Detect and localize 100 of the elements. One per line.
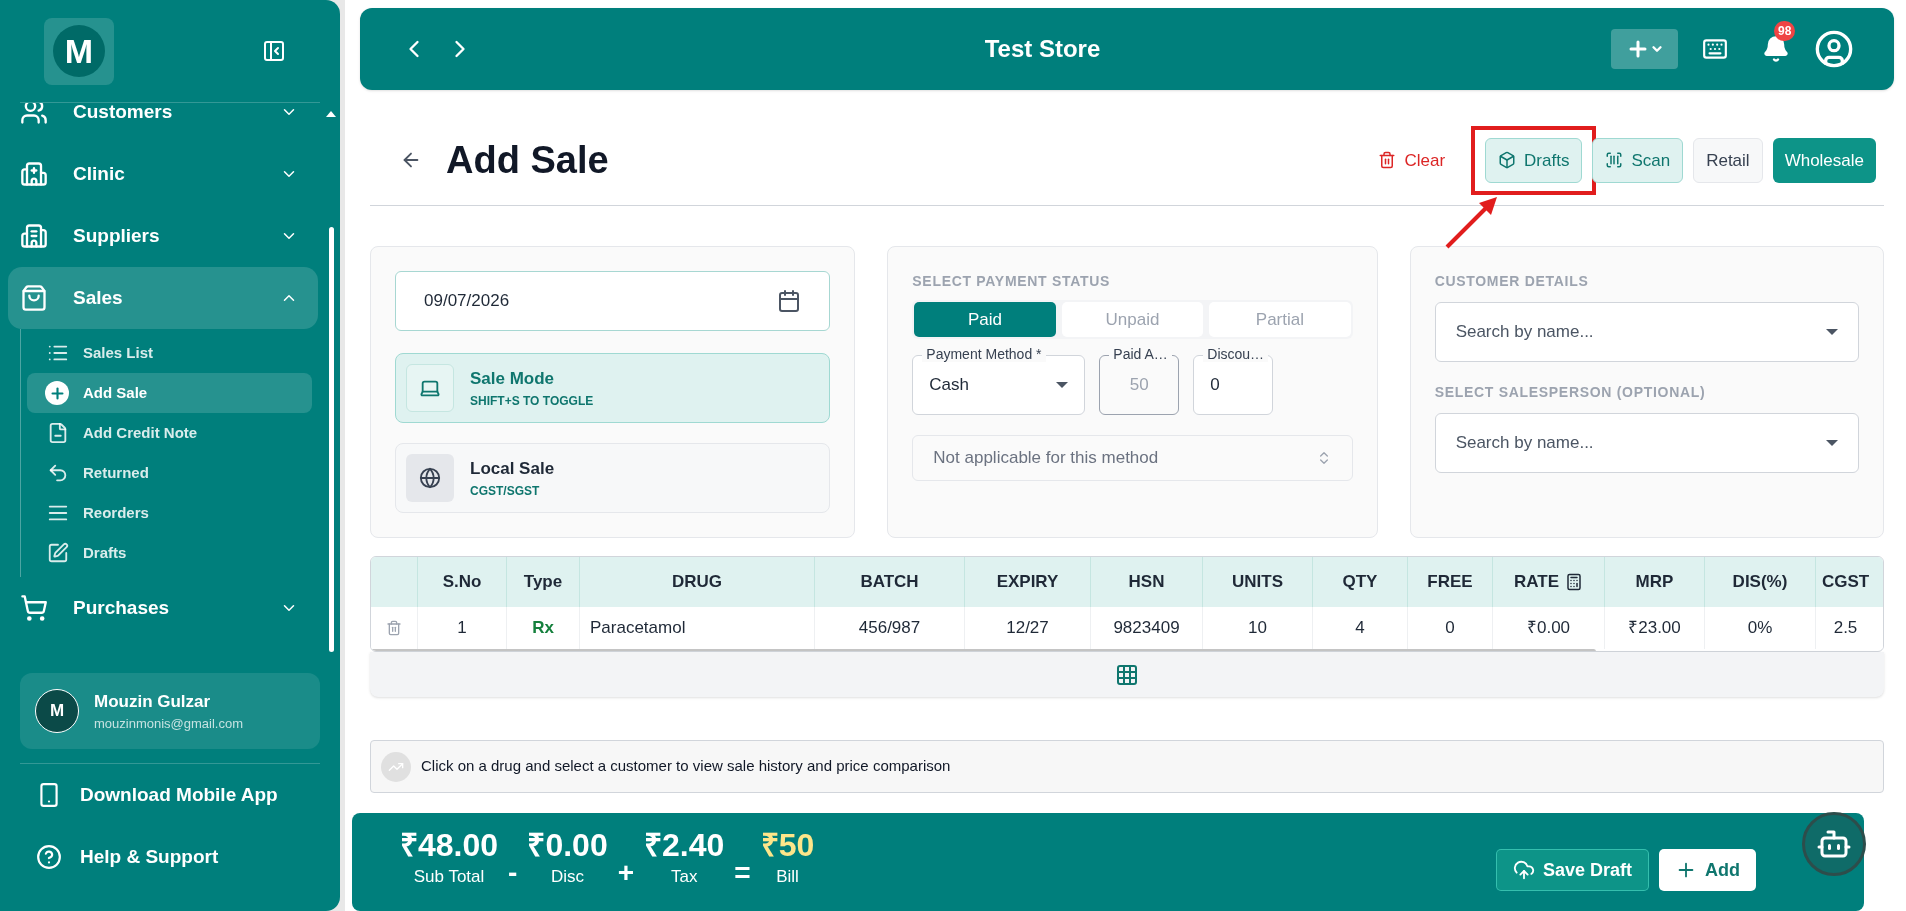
store-title: Test Store [983,34,1102,64]
table-cell: 9823409 [1090,606,1202,649]
sidebar-link[interactable]: Download Mobile App [0,764,340,826]
total-amount: ₹0.00 [527,826,608,865]
action-button[interactable]: Wholesale [1772,137,1876,183]
column-header: QTY [1312,556,1407,607]
operator-sign: - [508,856,518,891]
column-header: UNITS [1202,556,1312,607]
section-heading: SELECT SALESPERSON (OPTIONAL) [1434,382,1707,402]
table-cell: 0 [1407,606,1492,649]
hint-text: Click on a drug and select a customer to view sale history and price comparison [421,756,951,777]
status-tab[interactable]: Paid [914,301,1056,337]
status-tab[interactable]: Unpaid [1061,301,1204,337]
column-header: RATE [1492,556,1604,607]
mode-card[interactable]: Local Sale CGST/SGST [395,442,831,513]
page-title: Add Sale [446,137,610,183]
scrollbar[interactable] [329,227,334,652]
nav-item[interactable]: Sales [8,267,318,329]
footer-button[interactable]: Add [1659,849,1756,892]
field-label: Paid A… [1109,345,1172,362]
operator-sign: + [617,856,635,891]
search-select[interactable]: Search by name... [1434,412,1859,473]
user-name: Mouzin Gulzar [94,690,212,713]
calendar-icon[interactable] [777,288,802,313]
table-cell: ₹0.00 [1492,606,1604,649]
column-header: Type [506,556,579,607]
section-heading: SELECT PAYMENT STATUS [912,271,1112,291]
field-label: Discou… [1203,345,1269,362]
nav-subitem[interactable]: Drafts [27,533,312,573]
total-label: Disc [551,866,585,889]
user-email: mouzinmonis@gmail.com [94,715,244,733]
collapse-sidebar-icon[interactable] [262,39,286,63]
action-button[interactable]: Clear [1366,137,1458,183]
total-amount: ₹48.00 [400,826,499,865]
nav-subitem[interactable]: Sales List [27,333,312,373]
table-cell: 456/987 [814,606,964,649]
total-amount: ₹50 [760,826,815,865]
nav-subitem[interactable]: Reorders [27,493,312,533]
table-cell: 1 [417,606,506,649]
table-cell: 0% [1704,606,1815,649]
column-header: MRP [1604,556,1704,607]
column-header: DRUG [579,556,814,607]
date-field[interactable]: 09/07/2026 [395,270,831,331]
add-menu-button[interactable] [1611,29,1678,69]
search-select[interactable]: Search by name... [1434,301,1859,362]
total-label: Sub Total [413,866,485,889]
status-tab[interactable]: Partial [1209,301,1351,337]
mode-title: Sale Mode [470,368,556,391]
mode-subtitle: CGST/SGST [470,482,541,500]
operator-sign: = [734,856,751,891]
nav-item[interactable]: Customers [8,103,318,143]
column-header: FREE [1407,556,1492,607]
footer-button[interactable]: Save Draft [1495,849,1649,892]
building-icon [20,222,48,250]
total-amount: ₹2.40 [644,826,725,865]
action-button[interactable]: Scan [1592,137,1684,183]
keyboard-icon[interactable] [1702,36,1728,62]
nav-subitem[interactable]: Returned [27,453,312,493]
table-cell: 12/27 [964,606,1090,649]
shopping-bag-icon [20,284,48,312]
field-value: Cash [929,374,970,397]
nav-subitem[interactable]: Add Sale [27,373,312,413]
table-cell: Rx [506,606,579,649]
profile-icon[interactable] [1814,29,1854,69]
nav-item[interactable]: Suppliers [8,205,318,267]
field-value: 50 [1128,374,1150,397]
dropdown-caret [1056,381,1069,388]
bell-icon[interactable] [1762,35,1790,63]
action-button[interactable]: Retail [1693,137,1763,183]
nav-item[interactable]: Purchases [8,577,318,639]
table-cell: ₹23.00 [1604,606,1704,649]
column-header: HSN [1090,556,1202,607]
field-label: Payment Method * [922,345,1046,362]
nav-subitem[interactable]: Add Credit Note [27,413,312,453]
user-card[interactable]: M Mouzin Gulzar mouzinmonis@gmail.com [20,673,320,749]
delete-row-icon[interactable] [386,619,402,636]
trash-icon [1378,151,1397,170]
return-arrow-icon [47,462,69,484]
pen-icon [47,542,69,564]
column-header: CGST [1815,556,1875,607]
sidebar-link[interactable]: Help & Support [0,826,340,888]
box-icon [1498,151,1517,170]
column-header: BATCH [814,556,964,607]
field-value: 0 [1210,374,1221,397]
nav-item[interactable]: Clinic [8,143,318,205]
notification-badge: 98 [1774,21,1796,41]
scroll-up-icon[interactable] [326,111,336,117]
scan-icon [1605,151,1624,170]
mode-subtitle: SHIFT+S TO TOGGLE [470,392,594,410]
mode-card[interactable]: Sale Mode SHIFT+S TO TOGGLE [395,352,831,423]
file-minus-icon [47,422,69,444]
calculator-icon[interactable] [1565,572,1583,591]
grid-icon[interactable] [1115,662,1139,687]
table-cell: Paracetamol [579,606,814,649]
help-icon [36,844,62,870]
action-button[interactable]: Drafts [1485,137,1583,183]
table-cell: 2.5 [1815,606,1875,649]
dropdown-caret [1826,328,1838,335]
logo[interactable]: M [44,17,114,85]
table-cell: 4 [1312,606,1407,649]
